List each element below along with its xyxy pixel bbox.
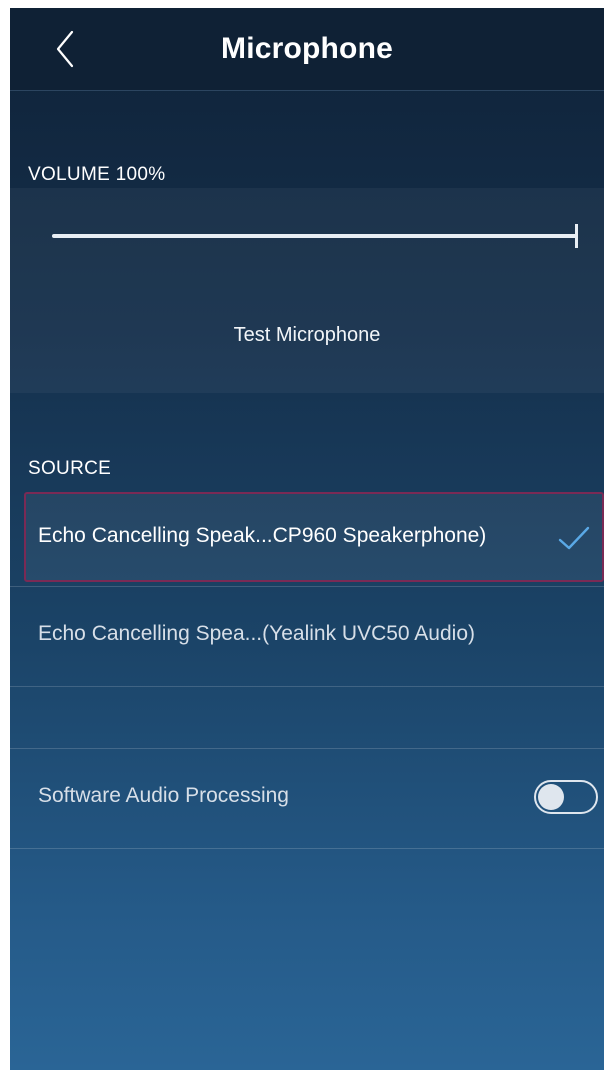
volume-slider-track xyxy=(52,234,578,238)
software-audio-processing-toggle[interactable] xyxy=(534,780,598,814)
volume-slider[interactable] xyxy=(52,224,578,248)
divider xyxy=(10,848,604,849)
divider xyxy=(10,586,604,587)
source-item-label: Echo Cancelling Speak...CP960 Speakerpho… xyxy=(38,524,487,547)
toggle-knob xyxy=(538,784,564,810)
source-item-uvc50[interactable]: Echo Cancelling Spea...(Yealink UVC50 Au… xyxy=(10,588,604,684)
divider xyxy=(10,748,604,749)
source-item-cp960[interactable]: Echo Cancelling Speak...CP960 Speakerpho… xyxy=(24,492,604,582)
volume-slider-thumb[interactable] xyxy=(575,224,578,248)
page-title: Microphone xyxy=(221,32,393,65)
software-audio-processing-label: Software Audio Processing xyxy=(38,784,289,807)
divider xyxy=(10,686,604,687)
checkmark-icon xyxy=(558,526,590,550)
source-label: SOURCE xyxy=(28,458,112,479)
microphone-settings-screen: Microphone VOLUME 100% Test Microphone S… xyxy=(10,8,604,1070)
volume-label: VOLUME 100% xyxy=(28,164,166,185)
header-bar: Microphone xyxy=(10,8,604,91)
source-item-label: Echo Cancelling Spea...(Yealink UVC50 Au… xyxy=(38,622,475,645)
test-microphone-button[interactable]: Test Microphone xyxy=(10,324,604,347)
volume-panel: Test Microphone xyxy=(10,188,604,393)
software-audio-processing-row[interactable]: Software Audio Processing xyxy=(10,750,604,846)
